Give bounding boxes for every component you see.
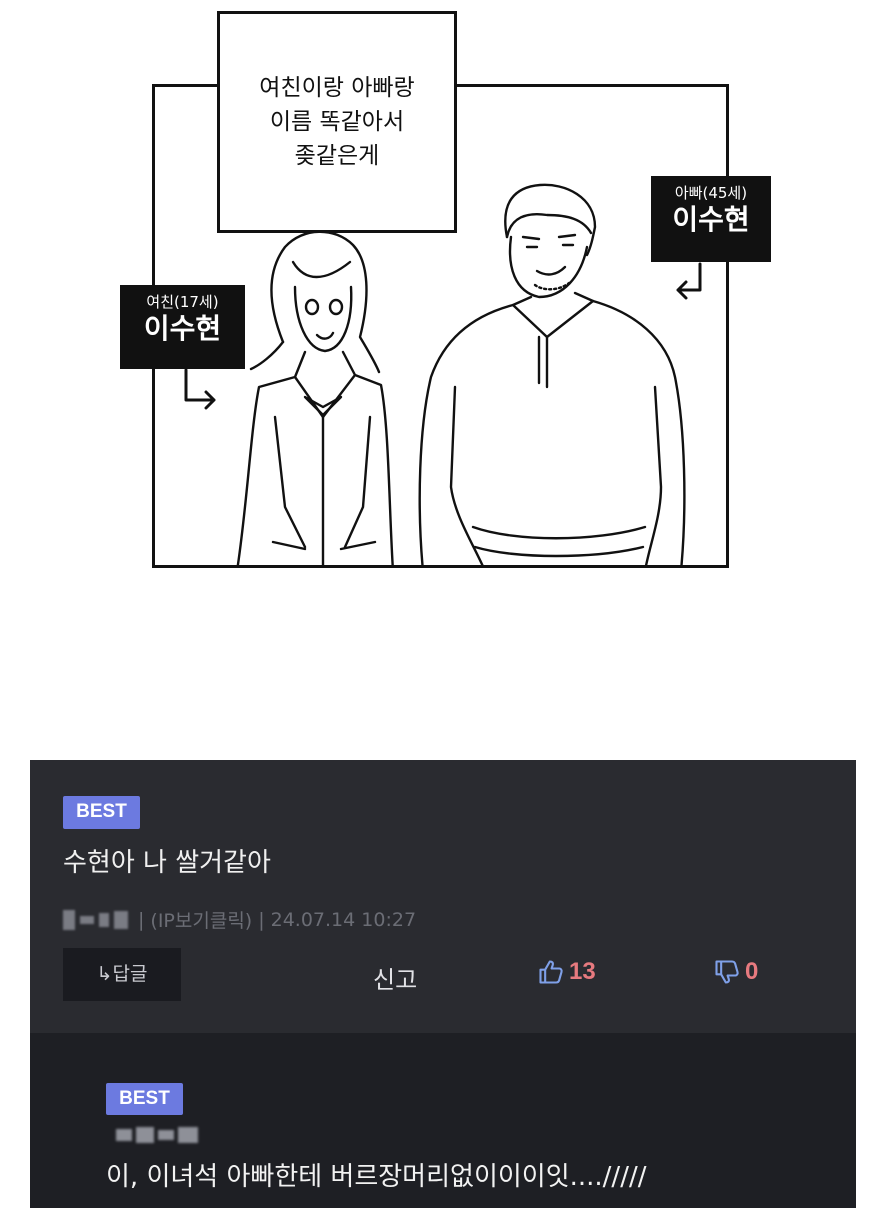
dad-label-sub: 아빠(45세) — [674, 184, 748, 202]
blurred-username — [63, 909, 128, 930]
comment-section: BEST 수현아 나 쌀거같아 | (IP보기클릭) | 24.07.14 10… — [30, 760, 856, 1208]
girlfriend-label: 여친(17세) 이수현 — [120, 285, 245, 369]
dad-face — [508, 235, 589, 299]
thumbs-up-icon — [539, 960, 563, 984]
dad-arrow-icon — [676, 262, 702, 300]
caption-box: 여친이랑 아빠랑 이름 똑같아서 좆같은게 — [217, 11, 457, 233]
blurred-username — [116, 1127, 198, 1143]
comment-text: 수현아 나 쌀거같아 — [63, 848, 271, 878]
comment-meta: | (IP보기클릭) | 24.07.14 10:27 — [63, 906, 416, 933]
ip-view-link[interactable]: (IP보기클릭) — [150, 906, 252, 933]
girl-body — [236, 350, 307, 565]
comic-panel: 여친이랑 아빠랑 이름 똑같아서 좆같은게 여친(17세) 이수현 아빠(45세… — [0, 0, 877, 700]
meta-separator: | — [138, 908, 145, 931]
girlfriend-label-sub: 여친(17세) — [146, 293, 219, 311]
best-badge: BEST — [63, 796, 140, 829]
report-button[interactable]: 신고 — [373, 960, 417, 995]
thumbs-down-icon — [715, 960, 739, 984]
meta-separator: | — [258, 908, 265, 931]
dad-label-name: 이수현 — [672, 203, 750, 236]
dad-label: 아빠(45세) 이수현 — [651, 176, 771, 262]
dislike-button[interactable]: 0 — [713, 958, 758, 986]
girl-face — [293, 285, 353, 353]
caption-text: 여친이랑 아빠랑 이름 똑같아서 좆같은게 — [259, 75, 415, 169]
best-comment: BEST 수현아 나 쌀거같아 | (IP보기클릭) | 24.07.14 10… — [30, 760, 856, 1033]
best-badge: BEST — [106, 1083, 183, 1115]
dislike-count: 0 — [745, 958, 759, 985]
reply-button[interactable]: ↳답글 — [63, 948, 181, 1001]
like-button[interactable]: 13 — [537, 958, 596, 986]
reply-text: 이, 이녀석 아빠한테 버르장머리없이이이잇....///// — [106, 1162, 647, 1192]
comment-date: 24.07.14 10:27 — [270, 908, 417, 931]
like-count: 13 — [569, 958, 596, 985]
girlfriend-label-name: 이수현 — [143, 312, 222, 345]
girlfriend-arrow-icon — [184, 368, 216, 410]
